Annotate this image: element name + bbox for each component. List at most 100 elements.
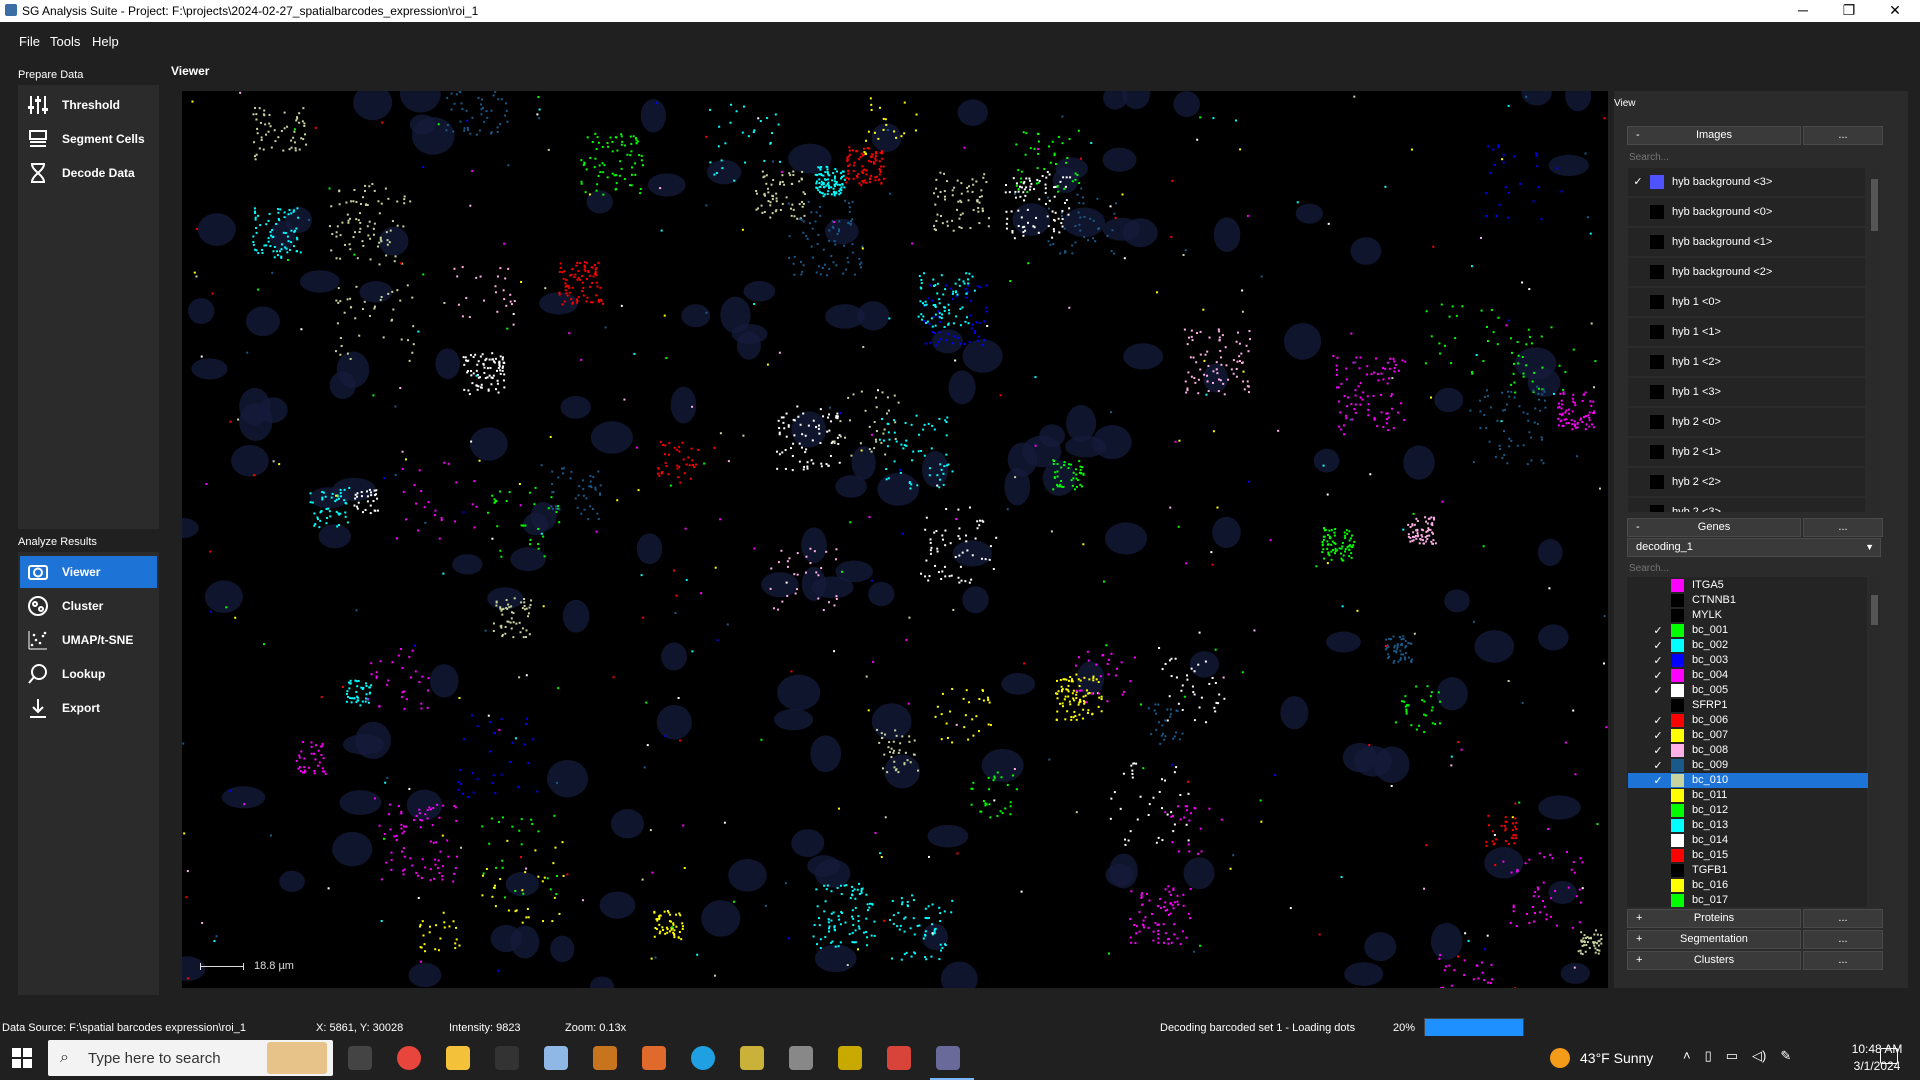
image-layer-color[interactable] xyxy=(1650,355,1664,369)
gene-row[interactable]: bc_015 xyxy=(1628,848,1868,863)
pen-icon[interactable]: ✎ xyxy=(1780,1048,1791,1064)
gene-checkbox[interactable]: ✓ xyxy=(1652,760,1664,772)
gene-checkbox[interactable]: ✓ xyxy=(1652,625,1664,637)
nav-lookup[interactable]: Lookup xyxy=(20,658,157,690)
gene-checkbox[interactable] xyxy=(1652,805,1664,817)
image-viewer[interactable]: 18.8 µm xyxy=(182,91,1608,988)
sg-suite-icon[interactable] xyxy=(936,1046,960,1070)
edge-icon[interactable] xyxy=(691,1046,715,1070)
gene-checkbox[interactable] xyxy=(1652,850,1664,862)
chevron-up-icon[interactable]: ˄ xyxy=(1683,1048,1691,1064)
gene-checkbox[interactable]: ✓ xyxy=(1652,730,1664,742)
gene-row[interactable]: MYLK xyxy=(1628,608,1868,623)
image-layer-row[interactable]: hyb 2 <0> xyxy=(1628,408,1865,436)
image-layer-checkbox[interactable] xyxy=(1632,356,1644,368)
weather-sun-icon[interactable] xyxy=(1550,1048,1570,1068)
gene-row[interactable]: ✓ bc_009 xyxy=(1628,758,1868,773)
expand-toggle[interactable]: + xyxy=(1636,931,1642,948)
image-layer-row[interactable]: hyb 2 <1> xyxy=(1628,438,1865,466)
chrome-icon[interactable] xyxy=(397,1046,421,1070)
gene-color-swatch[interactable] xyxy=(1671,594,1684,607)
section-header-segmentation[interactable]: + Segmentation xyxy=(1627,930,1801,949)
gene-checkbox[interactable] xyxy=(1652,700,1664,712)
image-layer-checkbox[interactable]: ✓ xyxy=(1632,176,1644,188)
gene-row[interactable]: ✓ bc_005 xyxy=(1628,683,1868,698)
gene-row[interactable]: ✓ bc_004 xyxy=(1628,668,1868,683)
gene-row[interactable]: bc_013 xyxy=(1628,818,1868,833)
genes-more-button[interactable]: ... xyxy=(1803,518,1883,537)
nis-icon[interactable] xyxy=(838,1046,862,1070)
image-layer-color[interactable] xyxy=(1650,475,1664,489)
gene-row[interactable]: CTNNB1 xyxy=(1628,593,1868,608)
gene-row[interactable]: bc_017 xyxy=(1628,893,1868,908)
genes-section-header[interactable]: - Genes xyxy=(1627,518,1801,537)
gene-color-swatch[interactable] xyxy=(1671,714,1684,727)
app-icon-orange[interactable] xyxy=(593,1046,617,1070)
gene-checkbox[interactable] xyxy=(1652,610,1664,622)
gene-checkbox[interactable] xyxy=(1652,880,1664,892)
nav-threshold[interactable]: Threshold xyxy=(20,89,157,121)
image-layer-row[interactable]: hyb background <2> xyxy=(1628,258,1865,286)
gene-checkbox[interactable]: ✓ xyxy=(1652,775,1664,787)
section-header-proteins[interactable]: + Proteins xyxy=(1627,909,1801,928)
app-icon-red[interactable] xyxy=(887,1046,911,1070)
weather-text[interactable]: 43°F Sunny xyxy=(1580,1050,1653,1066)
app-icon-yellow[interactable] xyxy=(740,1046,764,1070)
gene-color-swatch[interactable] xyxy=(1671,864,1684,877)
image-layer-row[interactable]: hyb 1 <0> xyxy=(1628,288,1865,316)
battery-icon[interactable]: ▯ xyxy=(1705,1048,1712,1064)
image-layer-row[interactable]: hyb 1 <2> xyxy=(1628,348,1865,376)
gene-color-swatch[interactable] xyxy=(1671,654,1684,667)
gene-row[interactable]: bc_014 xyxy=(1628,833,1868,848)
volume-icon[interactable]: ◁) xyxy=(1752,1048,1766,1064)
section-more-button[interactable]: ... xyxy=(1803,951,1883,970)
image-layer-color[interactable] xyxy=(1650,265,1664,279)
genes-scrollbar[interactable] xyxy=(1869,577,1880,907)
image-layer-checkbox[interactable] xyxy=(1632,506,1644,512)
gene-checkbox[interactable] xyxy=(1652,895,1664,907)
gene-color-swatch[interactable] xyxy=(1671,894,1684,907)
gene-checkbox[interactable] xyxy=(1652,790,1664,802)
images-scrollbar[interactable] xyxy=(1869,167,1880,513)
images-search-input[interactable] xyxy=(1627,150,1881,164)
nav-export[interactable]: Export xyxy=(20,692,157,724)
gene-color-swatch[interactable] xyxy=(1671,804,1684,817)
task-view-icon[interactable] xyxy=(348,1046,372,1070)
gene-checkbox[interactable]: ✓ xyxy=(1652,640,1664,652)
gene-color-swatch[interactable] xyxy=(1671,609,1684,622)
image-layer-row[interactable]: hyb 2 <3> xyxy=(1628,498,1865,512)
gene-checkbox[interactable]: ✓ xyxy=(1652,685,1664,697)
gene-row[interactable]: ✓ bc_002 xyxy=(1628,638,1868,653)
images-collapse-toggle[interactable]: - xyxy=(1636,127,1640,144)
gene-color-swatch[interactable] xyxy=(1671,684,1684,697)
image-layer-checkbox[interactable] xyxy=(1632,326,1644,338)
nav-umap-t-sne[interactable]: UMAP/t-SNE xyxy=(20,624,157,656)
gene-checkbox[interactable]: ✓ xyxy=(1652,655,1664,667)
gene-checkbox[interactable] xyxy=(1652,865,1664,877)
image-layer-checkbox[interactable] xyxy=(1632,446,1644,458)
gene-color-swatch[interactable] xyxy=(1671,789,1684,802)
images-more-button[interactable]: ... xyxy=(1803,126,1883,145)
gene-checkbox[interactable]: ✓ xyxy=(1652,745,1664,757)
images-scroll-thumb[interactable] xyxy=(1871,179,1878,231)
clock[interactable]: 10:48 AM 3/1/2024 xyxy=(1842,1042,1912,1073)
gene-color-swatch[interactable] xyxy=(1671,744,1684,757)
image-layer-checkbox[interactable] xyxy=(1632,206,1644,218)
image-layer-color[interactable] xyxy=(1650,325,1664,339)
section-header-clusters[interactable]: + Clusters xyxy=(1627,951,1801,970)
image-layer-checkbox[interactable] xyxy=(1632,476,1644,488)
gene-checkbox[interactable] xyxy=(1652,820,1664,832)
image-layer-color[interactable] xyxy=(1650,415,1664,429)
menu-help[interactable]: Help xyxy=(92,34,119,49)
image-layer-row[interactable]: hyb background <0> xyxy=(1628,198,1865,226)
expand-toggle[interactable]: + xyxy=(1636,952,1642,969)
network-icon[interactable]: ▭ xyxy=(1726,1048,1738,1064)
gene-checkbox[interactable] xyxy=(1652,580,1664,592)
menu-file[interactable]: File xyxy=(19,34,40,49)
image-layer-row[interactable]: hyb background <1> xyxy=(1628,228,1865,256)
image-layer-checkbox[interactable] xyxy=(1632,416,1644,428)
gene-row[interactable]: ✓ bc_010 xyxy=(1628,773,1868,788)
images-section-header[interactable]: - Images xyxy=(1627,126,1801,145)
section-more-button[interactable]: ... xyxy=(1803,930,1883,949)
gene-checkbox[interactable]: ✓ xyxy=(1652,715,1664,727)
